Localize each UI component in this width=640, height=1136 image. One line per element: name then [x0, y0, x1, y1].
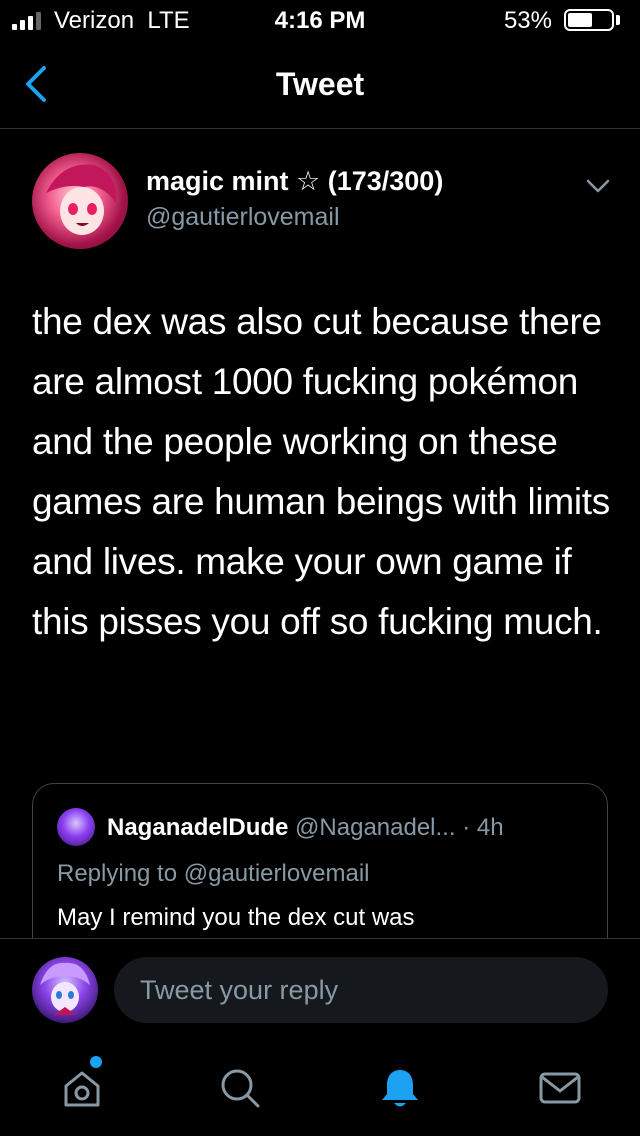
tab-notifications[interactable] — [376, 1064, 424, 1112]
battery-percent: 53% — [503, 7, 552, 34]
nav-header: Tweet — [0, 40, 640, 129]
quoted-author-handle[interactable]: @Naganadel... — [295, 814, 455, 841]
battery-tip — [616, 15, 620, 25]
tab-messages[interactable] — [536, 1064, 584, 1112]
quoted-tweet-text: May I remind you the dex cut was — [57, 904, 415, 931]
battery-icon — [564, 9, 614, 31]
tab-home[interactable] — [58, 1064, 106, 1112]
avatar-art — [40, 962, 90, 1015]
quoted-tweet-header: NaganadelDude @Naganadel... · 4h — [107, 814, 504, 842]
reply-input[interactable] — [114, 957, 608, 1023]
search-icon — [221, 1069, 260, 1108]
chevron-down-icon — [586, 179, 610, 193]
tab-search[interactable] — [216, 1064, 264, 1112]
avatar-art — [46, 164, 117, 235]
quoted-tweet-time: · 4h — [462, 814, 504, 841]
tweet-options-button[interactable] — [584, 176, 612, 196]
tab-bar — [0, 1040, 640, 1136]
page-title: Tweet — [275, 66, 365, 102]
author-handle[interactable]: @gautierlovemail — [146, 203, 340, 232]
notifications-icon — [382, 1070, 418, 1107]
home-icon — [64, 1071, 100, 1107]
reply-bar — [0, 938, 640, 1039]
tweet-text: the dex was also cut because there are a… — [32, 301, 610, 642]
new-content-dot — [90, 1056, 102, 1068]
author-avatar[interactable] — [32, 153, 128, 249]
quoted-author-name[interactable]: NaganadelDude — [107, 814, 288, 841]
current-user-avatar[interactable] — [32, 957, 98, 1023]
messages-icon — [539, 1072, 581, 1104]
quoted-author-avatar[interactable] — [57, 808, 95, 846]
status-bar: Verizon LTE 4:16 PM 53% — [0, 0, 640, 40]
replying-to: Replying to @gautierlovemail — [57, 860, 370, 887]
author-name[interactable]: magic mint ☆ (173/300) — [146, 166, 443, 197]
